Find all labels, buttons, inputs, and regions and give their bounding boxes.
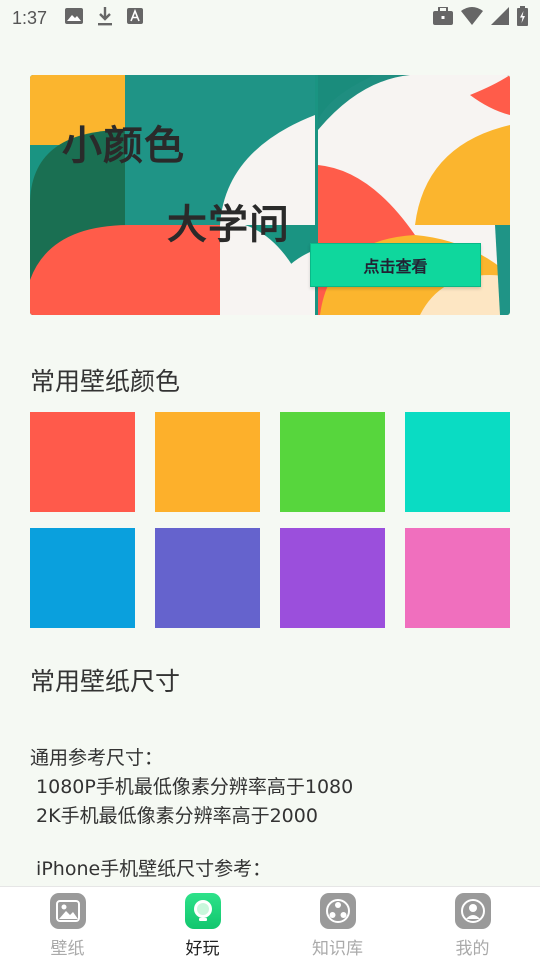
color-swatch-green[interactable] [280,412,385,512]
size-info-text: 通用参考尺寸： 1080P手机最低像素分辨率高于1080 2K手机最低像素分辨率… [30,744,353,884]
banner-title-line1: 小颜色 [62,123,185,169]
color-swatch-indigo[interactable] [155,528,260,628]
wifi-icon [461,7,483,29]
color-swatch-orange[interactable] [155,412,260,512]
color-swatch-purple[interactable] [280,528,385,628]
battery-icon [517,6,528,30]
banner-title-line2: 大学问 [167,202,290,248]
nav-item-knowledge[interactable]: 知识库 [270,887,405,960]
nav-label: 好玩 [185,939,220,959]
size-line: 通用参考尺寸： [30,747,164,769]
color-swatch-grid [30,412,510,628]
color-swatch-red[interactable] [30,412,135,512]
nav-item-fun[interactable]: 好玩 [135,887,270,960]
status-time: 1:37 [12,7,48,28]
colors-section-title: 常用壁纸颜色 [30,367,181,396]
nav-item-mine[interactable]: 我的 [405,887,540,960]
knowledge-icon [319,893,356,929]
image-notification-icon [65,8,84,28]
sizes-section-title: 常用壁纸尺寸 [30,667,181,696]
image-icon [49,893,86,929]
size-line: 1080P手机最低像素分辨率高于1080 [30,776,354,798]
briefcase-icon [433,6,453,29]
font-notification-icon [127,8,144,28]
color-swatch-pink[interactable] [405,528,510,628]
size-line: 2K手机最低像素分辨率高于2000 [30,805,318,827]
download-icon [97,6,113,30]
nav-label: 知识库 [312,939,363,959]
promo-banner[interactable]: 小颜色 大学问 点击查看 [30,75,510,315]
status-bar: 1:37 [0,0,540,36]
bulb-icon [184,893,221,929]
status-right [433,6,528,30]
nav-label: 我的 [455,939,490,959]
color-swatch-blue[interactable] [30,528,135,628]
color-swatch-teal[interactable] [405,412,510,512]
nav-label: 壁纸 [50,939,85,959]
signal-icon [491,7,509,29]
view-details-button[interactable]: 点击查看 [310,243,481,287]
size-line: iPhone手机壁纸尺寸参考： [30,858,272,880]
bottom-nav: 壁纸 好玩 知识库 我的 [0,886,540,960]
user-icon [454,893,491,929]
nav-item-wallpaper[interactable]: 壁纸 [0,887,135,960]
